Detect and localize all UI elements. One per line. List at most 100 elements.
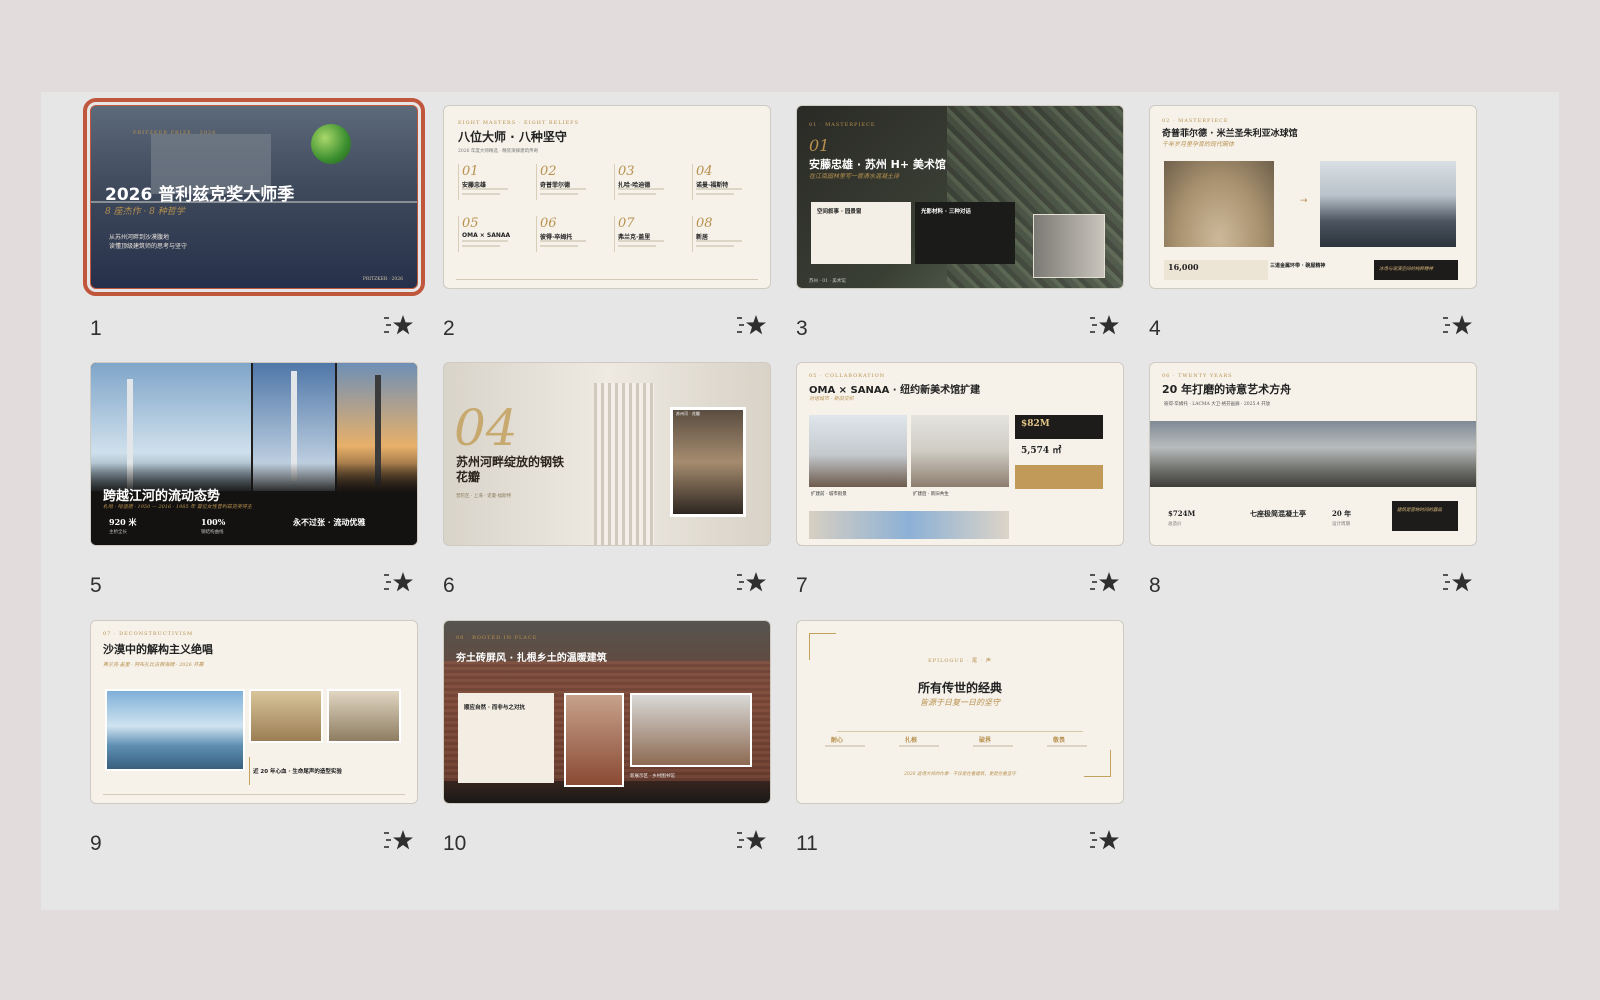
text-line [696, 193, 734, 195]
text-line [825, 745, 865, 747]
slide-transition-star-icon[interactable] [1088, 828, 1120, 854]
slide-title: 跨越江河的流动态势 [103, 489, 221, 504]
slide-thumbnail[interactable]: EPILOGUE · 尾 · 声所有传世的经典 皆源于日复一日的坚守 耐心 扎根 破界 敬… [796, 620, 1124, 804]
slide-kicker: 08 · ROOTED IN PLACE [456, 635, 538, 641]
text-line [462, 193, 500, 195]
divider [837, 731, 1083, 732]
slide-cell: PRITZKER PRIZE · 2026 2026 普利兹克奖大师季 8 座杰作 … [83, 98, 425, 345]
slide-kicker: 07 · DECONSTRUCTIVISM [103, 631, 194, 637]
footer-rule [456, 279, 758, 280]
slide-thumbnail[interactable]: 02 · MASTERPIECE 奇普菲尔德 · 米兰圣朱利亚冰球馆 千年岁月里孕育… [1149, 105, 1477, 289]
info-box: 空间叙事 · 园景窗 [811, 202, 911, 264]
text-line [540, 193, 578, 195]
slide-cell: 02 · MASTERPIECE 奇普菲尔德 · 米兰圣朱利亚冰球馆 千年岁月里孕育… [1149, 105, 1477, 345]
slide-number-label: 6 [443, 574, 455, 597]
building-photo [670, 407, 746, 517]
note-text: 冰场与观演空间的纯粹精神 [1379, 267, 1433, 272]
caption: 扩建前 · 城市街景 [811, 492, 847, 497]
slide-title: 苏州河畔绽放的钢铁花瓣 [456, 455, 565, 484]
slide-subtitle: 普陀区 · 上海 · 诺曼·福斯特 [456, 494, 512, 499]
facade-photo [594, 383, 654, 545]
divider [614, 164, 615, 200]
slide-subtitle: 弗兰克·盖里 · 阿布扎比古根海姆 · 2026 开幕 [103, 662, 204, 668]
slide-kicker: 05 · COLLABORATION [809, 373, 886, 379]
corner-ornament [809, 633, 836, 660]
master-number: 01 [462, 164, 479, 179]
note-box: 建筑是容纳时间的器皿 [1392, 501, 1458, 531]
slide-transition-star-icon[interactable] [735, 570, 767, 596]
slide-kicker: 02 · MASTERPIECE [1162, 118, 1229, 124]
caption: 扩建后 · 新旧共生 [913, 492, 949, 497]
slide-thumbnail[interactable]: 08 · ROOTED IN PLACE 夯土砖屏风 · 扎根乡土的温暖建筑 顺应自… [443, 620, 771, 804]
slide-title: 20 年打磨的诗意艺术方舟 [1162, 383, 1292, 396]
accent-box [1015, 465, 1103, 489]
master-name: OMA × SANAA [462, 232, 511, 239]
aerial-photo [1150, 421, 1476, 487]
slide-transition-star-icon[interactable] [1088, 570, 1120, 596]
stat-label: 钢结构曲线 [201, 530, 224, 535]
slide-transition-star-icon[interactable] [1088, 313, 1120, 339]
slide-kicker: 01 · MASTERPIECE [809, 122, 876, 128]
slide-cell: 跨越江河的流动态势 札哈 · 哈迪德 · 1950 — 2016 · 1985 年… [90, 362, 418, 602]
slide-transition-star-icon[interactable] [735, 313, 767, 339]
slide-thumbnail[interactable]: 07 · DECONSTRUCTIVISM 沙漠中的解构主义绝唱弗兰克·盖里 · … [90, 620, 418, 804]
slide-number-label: 10 [443, 832, 467, 855]
slide-cell: 08 · ROOTED IN PLACE 夯土砖屏风 · 扎根乡土的温暖建筑 顺应自… [443, 620, 771, 860]
slide-footer: 苏州 · 01 · 美术馆 [809, 279, 846, 284]
slide-subtitle: 在江南园林里写一首清水混凝土诗 [809, 173, 900, 180]
text-line [462, 240, 508, 242]
street-photo [809, 415, 907, 487]
stat-label: 设计周期 [1332, 522, 1350, 527]
slide-cell: 06 · TWENTY YEARS 20 年打磨的诗意艺术方舟 彼得·卒姆托 · L… [1149, 362, 1477, 602]
slide-transition-star-icon[interactable] [1441, 313, 1473, 339]
model-photo [809, 511, 1009, 539]
slide-thumbnail[interactable]: PRITZKER PRIZE · 2026 2026 普利兹克奖大师季 8 座杰作 … [83, 98, 425, 296]
slide-title: 2026 普利兹克奖大师季 [105, 185, 295, 205]
apple-photo [311, 124, 351, 164]
slide-transition-star-icon[interactable] [1441, 570, 1473, 596]
courtyard-photo [564, 693, 624, 787]
theatre-photo [1164, 161, 1274, 247]
slide-subtitle: 札哈 · 哈迪德 · 1950 — 2016 · 1985 年 首位女性普利兹克… [103, 504, 252, 510]
slide-thumbnail[interactable]: 01 · MASTERPIECE 01 安藤忠雄 · 苏州 H+ 美术馆 在江南园林里… [796, 105, 1124, 289]
stat-value: 5,574 ㎡ [1021, 446, 1062, 456]
text-line [696, 245, 734, 247]
text-line [540, 188, 586, 190]
slide-transition-star-icon[interactable] [382, 828, 414, 854]
divider [614, 216, 615, 252]
pillar-label: 扎根 [905, 737, 918, 744]
stat-box: $82M [1015, 415, 1103, 439]
stat-value: 七座极简混凝土亭 [1250, 509, 1306, 518]
detail-photo [249, 689, 323, 743]
box-title: 光影材料 · 三种对话 [921, 209, 971, 215]
slide-subtitle: 2026 年度大师精选 · 精装演绎建筑传奇 [458, 149, 539, 154]
slide-number: 01 [809, 136, 830, 155]
text-line [618, 245, 656, 247]
slide-subtitle: 8 座杰作 · 8 种哲学 [105, 207, 185, 217]
slide-thumbnail[interactable]: 04 苏州河畔绽放的钢铁花瓣 普陀区 · 上海 · 诺曼·福斯特 苏州河 · 花瓣 [443, 362, 771, 546]
footer-rule [103, 794, 405, 795]
slide-cell: 05 · COLLABORATION OMA × SANAA · 纽约新美术馆扩建… [796, 362, 1124, 602]
slide-transition-star-icon[interactable] [735, 828, 767, 854]
slide-line: 从苏州河畔到沙漠腹地 [109, 234, 170, 241]
slide-title: 沙漠中的解构主义绝唱 [103, 643, 213, 656]
slide-thumbnail[interactable]: 06 · TWENTY YEARS 20 年打磨的诗意艺术方舟 彼得·卒姆托 · L… [1149, 362, 1477, 546]
slide-footer: PRITZKER · 2026 [362, 277, 403, 282]
slide-subtitle: 皆源于日复一日的坚守 [920, 698, 1000, 707]
slide-number: 04 [454, 399, 518, 457]
slide-cell: 07 · DECONSTRUCTIVISM 沙漠中的解构主义绝唱弗兰克·盖里 · … [90, 620, 418, 860]
text-line [618, 240, 664, 242]
arrow-icon: → [1300, 196, 1308, 206]
slide-thumbnail[interactable]: EIGHT MASTERS · EIGHT BELIEFS 八位大师 · 八种坚守… [443, 105, 771, 289]
slide-transition-star-icon[interactable] [382, 570, 414, 596]
slide-line: 读懂顶级建筑师的思考与坚守 [109, 243, 188, 250]
stat-value: 920 米 [109, 517, 137, 527]
slide-thumbnail[interactable]: 05 · COLLABORATION OMA × SANAA · 纽约新美术馆扩建… [796, 362, 1124, 546]
divider [458, 216, 459, 252]
slide-kicker: EIGHT MASTERS · EIGHT BELIEFS [458, 120, 580, 126]
slide-number-label: 1 [90, 317, 102, 340]
slide-thumbnail[interactable]: 跨越江河的流动态势 札哈 · 哈迪德 · 1950 — 2016 · 1985 年… [90, 362, 418, 546]
slide-transition-star-icon[interactable] [382, 313, 414, 339]
slide-subtitle: 千年岁月里孕育的现代碗体 [1162, 141, 1235, 148]
slide-number-label: 11 [796, 832, 818, 855]
